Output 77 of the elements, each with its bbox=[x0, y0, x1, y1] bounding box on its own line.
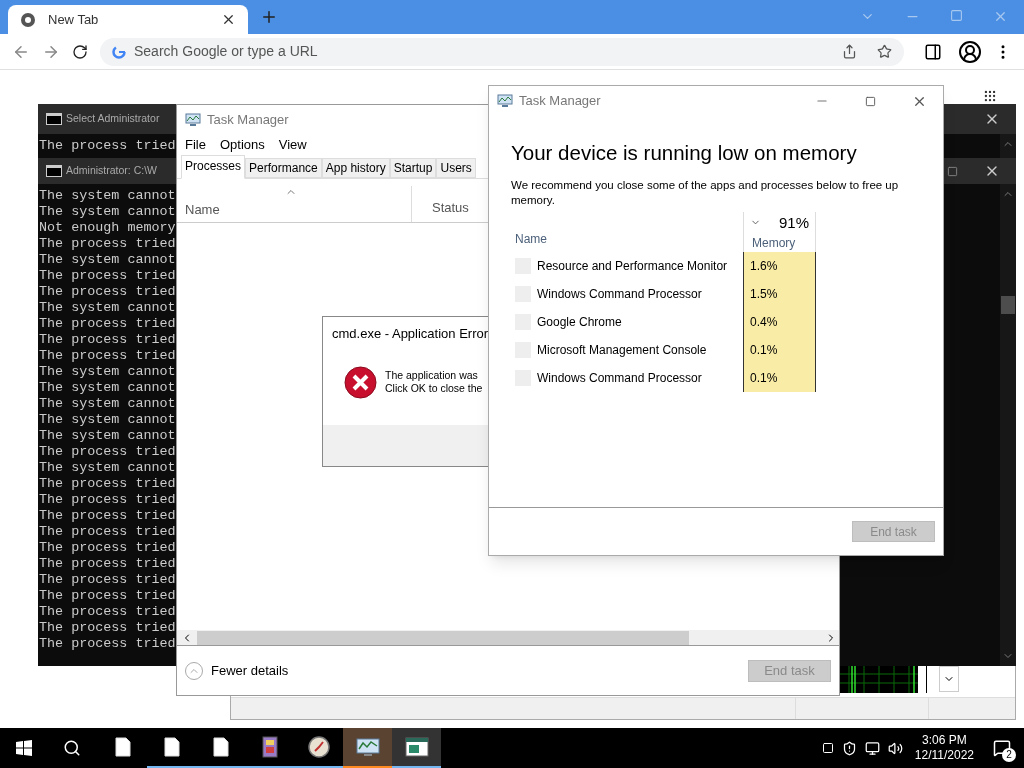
process-row[interactable]: Windows Command Processor 0.1% bbox=[511, 363, 921, 392]
console-line: The system cannot bbox=[39, 428, 176, 444]
column-header[interactable]: Name bbox=[511, 229, 743, 252]
memory-value: 0.1% bbox=[743, 335, 816, 364]
notification-count: 2 bbox=[1002, 748, 1016, 762]
console-line: The process tried bbox=[39, 636, 176, 652]
console-line: The process tried bbox=[39, 348, 176, 364]
process-row[interactable]: Resource and Performance Monitor 1.6% bbox=[511, 251, 921, 280]
console-line: The process tried bbox=[39, 620, 176, 636]
alert-description: We recommend you close some of the apps and processes below to free up memory. bbox=[510, 177, 900, 208]
console-line: The process tried bbox=[39, 508, 176, 524]
address-placeholder: Search Google or type a URL bbox=[134, 42, 319, 61]
browser-tab[interactable]: New Tab bbox=[8, 5, 248, 34]
console-line: Not enough memory bbox=[39, 220, 176, 236]
process-name: Windows Command Processor bbox=[537, 285, 702, 303]
memory-total: 91% bbox=[778, 212, 809, 233]
window-title: Task Manager bbox=[519, 92, 601, 111]
console-line: The process tried bbox=[39, 138, 176, 154]
process-row[interactable]: Microsoft Management Console 0.1% bbox=[511, 335, 921, 364]
process-row[interactable]: Windows Command Processor 1.5% bbox=[511, 279, 921, 308]
console-line: The process tried bbox=[39, 268, 176, 284]
console-line: The process tried bbox=[39, 236, 176, 252]
menu-item[interactable]: View bbox=[278, 135, 307, 155]
window-title: Task Manager bbox=[207, 111, 289, 130]
column-header[interactable]: Memory bbox=[744, 233, 815, 252]
menu-item[interactable]: File bbox=[185, 135, 206, 155]
console-line: The system cannot bbox=[39, 300, 176, 316]
console-line: The system cannot bbox=[39, 252, 176, 268]
process-name: Windows Command Processor bbox=[537, 369, 702, 387]
console-line: The process tried bbox=[39, 556, 176, 572]
tab[interactable]: Processes bbox=[181, 155, 246, 179]
clock-date: 12/11/2022 bbox=[914, 748, 974, 763]
console-line: The process tried bbox=[39, 540, 176, 556]
console-line: The process tried bbox=[39, 588, 176, 604]
dialog-message: The application was bbox=[385, 369, 479, 382]
window-title: Administrator: C:\W bbox=[66, 163, 157, 179]
dialog-message: Click OK to close the bbox=[385, 382, 483, 395]
console-line: The system cannot bbox=[39, 396, 176, 412]
console-line: The system cannot bbox=[39, 204, 176, 220]
address-bar[interactable]: Search Google or type a URL bbox=[100, 37, 904, 66]
alert-heading: Your device is running low on memory bbox=[510, 140, 858, 166]
console-line: The process tried bbox=[39, 316, 176, 332]
console-line: The system cannot bbox=[39, 188, 176, 204]
console-line: The process tried bbox=[39, 604, 176, 620]
column-header[interactable]: Name bbox=[185, 200, 403, 220]
tab[interactable]: Performance bbox=[245, 158, 322, 178]
process-row[interactable]: Google Chrome 0.4% bbox=[511, 307, 921, 336]
dialog-title: cmd.exe - Application Error bbox=[331, 325, 490, 343]
window-title: Select Administrator bbox=[66, 111, 160, 127]
fewer-details-link[interactable]: Fewer details bbox=[211, 660, 289, 681]
tab[interactable]: App history bbox=[321, 158, 390, 178]
console-line: The system cannot bbox=[39, 380, 176, 396]
process-name: Google Chrome bbox=[537, 313, 622, 331]
process-name: Microsoft Management Console bbox=[537, 341, 707, 359]
memory-value: 0.1% bbox=[743, 363, 816, 392]
column-header[interactable]: Status bbox=[412, 197, 489, 222]
console-line: The system cannot bbox=[39, 460, 176, 476]
clock-time: 3:06 PM bbox=[922, 733, 967, 748]
console-line: The process tried bbox=[39, 492, 176, 508]
console-line: The process tried bbox=[39, 572, 176, 588]
tab[interactable]: Users bbox=[436, 158, 476, 178]
memory-value: 1.5% bbox=[743, 279, 816, 308]
console-line: The system cannot bbox=[39, 364, 176, 380]
console-line: The system cannot bbox=[39, 412, 176, 428]
notification-button[interactable]: 2 bbox=[980, 728, 1024, 768]
process-name: Resource and Performance Monitor bbox=[537, 257, 728, 275]
clock[interactable]: 3:06 PM 12/11/2022 bbox=[908, 733, 980, 763]
tab[interactable]: Startup bbox=[389, 158, 437, 178]
console-line: The process tried bbox=[39, 476, 176, 492]
console-line: The process tried bbox=[39, 284, 176, 300]
memory-value: 1.6% bbox=[743, 251, 816, 280]
console-line: The process tried bbox=[39, 524, 176, 540]
console-line: The process tried bbox=[39, 332, 176, 348]
menu-item[interactable]: Options bbox=[219, 135, 265, 155]
memory-value: 0.4% bbox=[743, 307, 816, 336]
console-line: The process tried bbox=[39, 444, 176, 460]
tab-title: New Tab bbox=[48, 10, 100, 29]
